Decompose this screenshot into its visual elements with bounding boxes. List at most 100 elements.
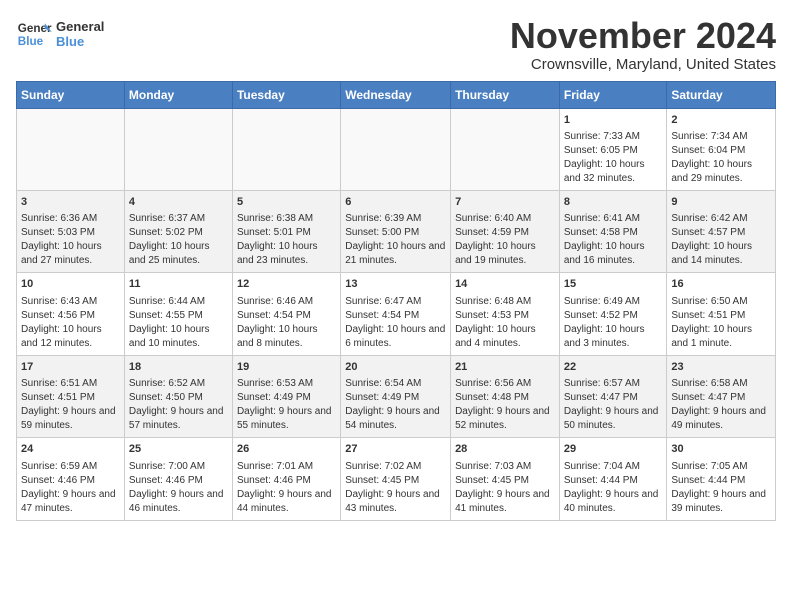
day-info: Sunset: 4:44 PM: [564, 474, 663, 488]
week-row-2: 3Sunrise: 6:36 AMSunset: 5:03 PMDaylight…: [17, 190, 776, 272]
day-number: 3: [21, 195, 120, 210]
day-number: 8: [564, 195, 663, 210]
day-cell: 18Sunrise: 6:52 AMSunset: 4:50 PMDayligh…: [124, 355, 232, 437]
day-number: 2: [671, 113, 771, 128]
day-info: Sunset: 6:05 PM: [564, 144, 663, 158]
day-info: Daylight: 9 hours and 44 minutes.: [237, 488, 336, 516]
day-info: Sunset: 5:01 PM: [237, 226, 336, 240]
title-area: November 2024 Crownsville, Maryland, Uni…: [510, 16, 776, 73]
day-info: Sunset: 4:58 PM: [564, 226, 663, 240]
day-cell: 16Sunrise: 6:50 AMSunset: 4:51 PMDayligh…: [667, 273, 776, 355]
day-info: Sunrise: 6:59 AM: [21, 460, 120, 474]
day-info: Sunset: 4:57 PM: [671, 226, 771, 240]
day-info: Sunset: 4:54 PM: [345, 309, 446, 323]
day-info: Sunset: 4:46 PM: [21, 474, 120, 488]
day-info: Sunrise: 6:44 AM: [129, 295, 228, 309]
day-cell: 3Sunrise: 6:36 AMSunset: 5:03 PMDaylight…: [17, 190, 125, 272]
day-number: 7: [455, 195, 555, 210]
day-cell: 2Sunrise: 7:34 AMSunset: 6:04 PMDaylight…: [667, 108, 776, 190]
day-info: Daylight: 9 hours and 46 minutes.: [129, 488, 228, 516]
day-info: Daylight: 10 hours and 14 minutes.: [671, 240, 771, 268]
day-info: Sunset: 6:04 PM: [671, 144, 771, 158]
day-cell: 23 Sunrise: 6:58 AMSunset: 4:47 PMDayligh…: [667, 355, 776, 437]
header-wednesday: Wednesday: [341, 81, 451, 108]
day-info: Sunrise: 6:36 AM: [21, 212, 120, 226]
day-info: Sunrise: 6:39 AM: [345, 212, 446, 226]
day-info: Daylight: 9 hours and 47 minutes.: [21, 488, 120, 516]
day-number: 9: [671, 195, 771, 210]
day-cell: 20Sunrise: 6:54 AMSunset: 4:49 PMDayligh…: [341, 355, 451, 437]
week-row-3: 10Sunrise: 6:43 AMSunset: 4:56 PMDayligh…: [17, 273, 776, 355]
day-info: Sunset: 4:59 PM: [455, 226, 555, 240]
day-number: 10: [21, 277, 120, 292]
header-sunday: Sunday: [17, 81, 125, 108]
day-cell: 6Sunrise: 6:39 AMSunset: 5:00 PMDaylight…: [341, 190, 451, 272]
week-row-1: 1Sunrise: 7:33 AMSunset: 6:05 PMDaylight…: [17, 108, 776, 190]
day-info: Daylight: 9 hours and 59 minutes.: [21, 405, 120, 433]
day-number: 26: [237, 442, 336, 457]
header-tuesday: Tuesday: [232, 81, 340, 108]
day-info: Sunset: 4:54 PM: [237, 309, 336, 323]
day-number: 12: [237, 277, 336, 292]
day-info: Daylight: 9 hours and 49 minutes.: [671, 405, 771, 433]
day-number: 14: [455, 277, 555, 292]
day-info: Daylight: 10 hours and 8 minutes.: [237, 323, 336, 351]
day-info: Sunset: 4:51 PM: [21, 391, 120, 405]
day-info: Sunset: 4:50 PM: [129, 391, 228, 405]
day-number: 6: [345, 195, 446, 210]
day-info: Daylight: 9 hours and 40 minutes.: [564, 488, 663, 516]
day-number: 23: [671, 360, 771, 375]
day-info: Sunset: 4:49 PM: [237, 391, 336, 405]
day-number: 20: [345, 360, 446, 375]
day-cell: 25Sunrise: 7:00 AMSunset: 4:46 PMDayligh…: [124, 438, 232, 520]
day-info: Sunrise: 7:03 AM: [455, 460, 555, 474]
week-row-4: 17Sunrise: 6:51 AMSunset: 4:51 PMDayligh…: [17, 355, 776, 437]
day-info: Sunrise: 6:52 AM: [129, 377, 228, 391]
day-number: 28: [455, 442, 555, 457]
day-info: Daylight: 10 hours and 1 minute.: [671, 323, 771, 351]
day-cell: [124, 108, 232, 190]
day-info: Sunrise: 7:04 AM: [564, 460, 663, 474]
day-info: Sunset: 4:46 PM: [129, 474, 228, 488]
day-cell: 27Sunrise: 7:02 AMSunset: 4:45 PMDayligh…: [341, 438, 451, 520]
day-info: Sunset: 4:51 PM: [671, 309, 771, 323]
day-info: Sunset: 4:56 PM: [21, 309, 120, 323]
day-number: 22: [564, 360, 663, 375]
day-number: 29: [564, 442, 663, 457]
day-cell: 10Sunrise: 6:43 AMSunset: 4:56 PMDayligh…: [17, 273, 125, 355]
day-info: Daylight: 10 hours and 32 minutes.: [564, 158, 663, 186]
day-info: Sunrise: 7:34 AM: [671, 130, 771, 144]
day-info: Daylight: 10 hours and 10 minutes.: [129, 323, 228, 351]
day-info: Daylight: 10 hours and 25 minutes.: [129, 240, 228, 268]
day-number: 5: [237, 195, 336, 210]
day-info: Daylight: 10 hours and 19 minutes.: [455, 240, 555, 268]
day-number: 18: [129, 360, 228, 375]
day-cell: 13Sunrise: 6:47 AMSunset: 4:54 PMDayligh…: [341, 273, 451, 355]
day-cell: 30Sunrise: 7:05 AMSunset: 4:44 PMDayligh…: [667, 438, 776, 520]
day-info: Sunrise: 6:38 AM: [237, 212, 336, 226]
day-number: 21: [455, 360, 555, 375]
day-info: Sunset: 4:47 PM: [671, 391, 771, 405]
day-number: 27: [345, 442, 446, 457]
day-cell: 19Sunrise: 6:53 AMSunset: 4:49 PMDayligh…: [232, 355, 340, 437]
day-number: 25: [129, 442, 228, 457]
day-info: Sunset: 5:02 PM: [129, 226, 228, 240]
day-info: Daylight: 9 hours and 50 minutes.: [564, 405, 663, 433]
day-info: Sunrise: 7:02 AM: [345, 460, 446, 474]
day-info: Sunrise: 6:47 AM: [345, 295, 446, 309]
day-info: Sunrise: 6:54 AM: [345, 377, 446, 391]
header-row: SundayMondayTuesdayWednesdayThursdayFrid…: [17, 81, 776, 108]
day-cell: 17Sunrise: 6:51 AMSunset: 4:51 PMDayligh…: [17, 355, 125, 437]
day-info: Daylight: 10 hours and 6 minutes.: [345, 323, 446, 351]
svg-text:Blue: Blue: [18, 35, 44, 48]
day-info: Sunrise: 7:01 AM: [237, 460, 336, 474]
day-info: Sunrise: 6:58 AM: [671, 377, 771, 391]
header-saturday: Saturday: [667, 81, 776, 108]
day-number: 4: [129, 195, 228, 210]
day-cell: 22Sunrise: 6:57 AMSunset: 4:47 PMDayligh…: [559, 355, 667, 437]
day-number: 17: [21, 360, 120, 375]
day-cell: 1Sunrise: 7:33 AMSunset: 6:05 PMDaylight…: [559, 108, 667, 190]
day-info: Sunrise: 6:50 AM: [671, 295, 771, 309]
header-thursday: Thursday: [451, 81, 560, 108]
day-info: Sunrise: 6:56 AM: [455, 377, 555, 391]
